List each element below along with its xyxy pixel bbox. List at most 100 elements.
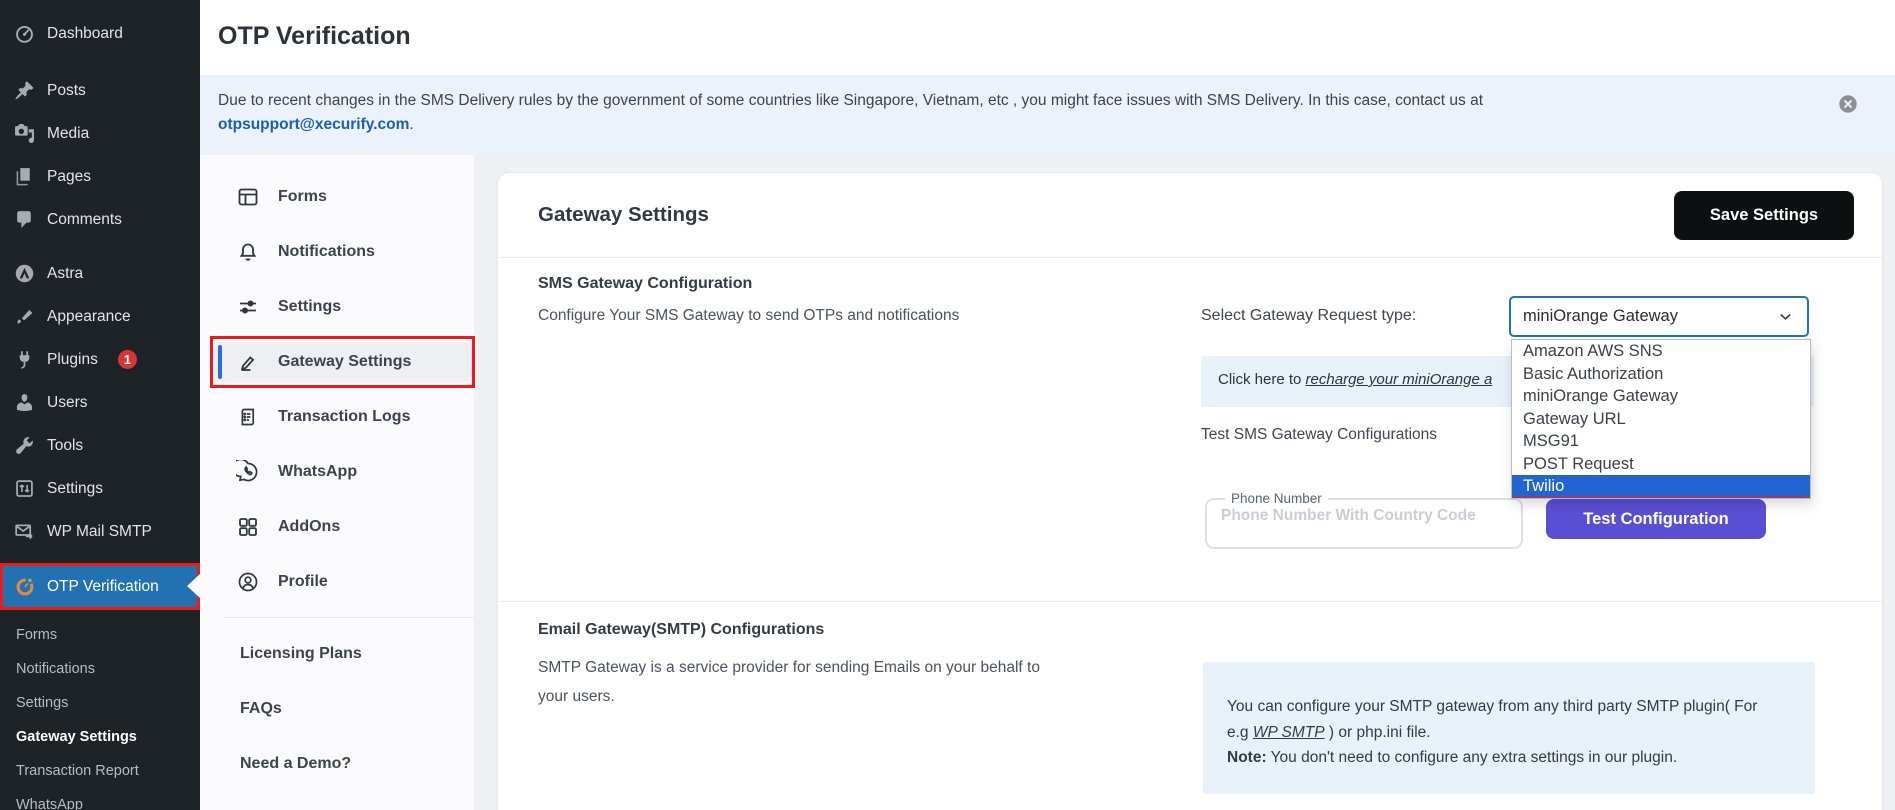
- sidebar-item-label: Appearance: [47, 307, 131, 325]
- sidebar-item-otp-verification[interactable]: OTP Verification: [0, 563, 200, 610]
- plugin-sidebar: Forms Notifications Settings Gateway Set…: [200, 155, 475, 810]
- dropdown-option-basic-authorization[interactable]: Basic Authorization: [1512, 363, 1810, 386]
- faqs-link[interactable]: FAQs: [200, 689, 474, 729]
- forms-icon: [236, 185, 260, 209]
- sidebar-item-settings[interactable]: Settings: [0, 467, 200, 510]
- plugin-nav-label: Settings: [278, 298, 342, 315]
- brush-icon: [14, 306, 35, 327]
- sidebar-item-label: Comments: [47, 210, 122, 228]
- submenu-item-transaction-report[interactable]: Transaction Report: [0, 754, 200, 788]
- need-a-demo-link[interactable]: Need a Demo?: [200, 744, 474, 784]
- plugin-nav-settings[interactable]: Settings: [200, 287, 474, 327]
- recharge-link[interactable]: recharge your miniOrange a: [1306, 371, 1493, 388]
- receipt-icon: [236, 405, 260, 429]
- gateway-request-type-label: Select Gateway Request type:: [1201, 307, 1417, 324]
- sidebar-divider: [224, 617, 474, 618]
- submenu-item-forms[interactable]: Forms: [0, 618, 200, 652]
- test-sms-heading: Test SMS Gateway Configurations: [1201, 426, 1438, 443]
- submenu-item-gateway-settings[interactable]: Gateway Settings: [0, 720, 200, 754]
- sidebar-item-media[interactable]: Media: [0, 112, 200, 155]
- sidebar-item-comments[interactable]: Comments: [0, 198, 200, 241]
- save-settings-button[interactable]: Save Settings: [1674, 191, 1854, 240]
- selected-gateway-value: miniOrange Gateway: [1523, 307, 1678, 325]
- addons-grid-icon: [236, 515, 260, 539]
- divider: [498, 257, 1882, 258]
- sidebar-item-label: Astra: [47, 264, 84, 282]
- profile-icon: [236, 570, 260, 594]
- dropdown-option-gateway-url[interactable]: Gateway URL: [1512, 408, 1810, 431]
- close-icon[interactable]: [1837, 93, 1859, 115]
- sms-delivery-notice: Due to recent changes in the SMS Deliver…: [200, 75, 1895, 155]
- envelope-icon: [14, 521, 35, 542]
- sidebar-item-label: WP Mail SMTP: [47, 522, 152, 540]
- smtp-note: Note: You don't need to configure any ex…: [1227, 745, 1772, 771]
- media-icon: [14, 123, 35, 144]
- sidebar-item-users[interactable]: Users: [0, 381, 200, 424]
- dropdown-option-amazon-aws-sns[interactable]: Amazon AWS SNS: [1512, 340, 1810, 363]
- plugin-nav-forms[interactable]: Forms: [200, 177, 474, 217]
- phone-number-input[interactable]: [1217, 506, 1511, 531]
- dropdown-option-twilio[interactable]: Twilio: [1512, 475, 1810, 498]
- submenu-item-notifications[interactable]: Notifications: [0, 652, 200, 686]
- plugin-nav-notifications[interactable]: Notifications: [200, 232, 474, 272]
- sidebar-item-label: Media: [47, 124, 90, 142]
- submenu-item-whatsapp[interactable]: WhatsApp: [0, 788, 200, 810]
- support-email-link[interactable]: otpsupport@xecurify.com: [218, 116, 409, 133]
- divider: [498, 601, 1882, 602]
- sidebar-item-appearance[interactable]: Appearance: [0, 295, 200, 338]
- astra-icon: [14, 263, 35, 284]
- smtp-info-suffix: ) or php.ini file.: [1324, 723, 1431, 741]
- plugin-nav-label: AddOns: [278, 518, 341, 535]
- notice-text: Due to recent changes in the SMS Deliver…: [218, 92, 1483, 109]
- whatsapp-icon: [236, 460, 260, 484]
- plugin-nav-label: WhatsApp: [278, 463, 358, 480]
- submenu-item-settings[interactable]: Settings: [0, 686, 200, 720]
- plugin-nav-addons[interactable]: AddOns: [200, 507, 474, 547]
- test-configuration-button[interactable]: Test Configuration: [1546, 499, 1766, 539]
- sidebar-item-label: Posts: [47, 81, 86, 99]
- otp-verification-gateway-settings-page: Dashboard Posts Media Pages Comments Ast…: [0, 0, 1895, 810]
- sidebar-item-astra[interactable]: Astra: [0, 252, 200, 295]
- page-title: OTP Verification: [218, 22, 411, 50]
- wp-smtp-link[interactable]: WP SMTP: [1253, 724, 1325, 741]
- gateway-type-dropdown-list: Amazon AWS SNS Basic Authorization miniO…: [1511, 339, 1811, 499]
- sliders-icon: [236, 295, 260, 319]
- plugin-nav-profile[interactable]: Profile: [200, 562, 474, 602]
- sidebar-item-label: Plugins: [47, 350, 98, 368]
- sidebar-item-dashboard[interactable]: Dashboard: [0, 12, 200, 55]
- dashboard-icon: [14, 23, 35, 44]
- plugin-nav-gateway-settings[interactable]: Gateway Settings: [200, 336, 475, 388]
- dropdown-option-msg91[interactable]: MSG91: [1512, 430, 1810, 453]
- dropdown-option-miniorange-gateway[interactable]: miniOrange Gateway: [1512, 385, 1810, 408]
- sms-section-title: SMS Gateway Configuration: [538, 275, 753, 292]
- dropdown-option-post-request[interactable]: POST Request: [1512, 453, 1810, 476]
- plugin-nav-label: Gateway Settings: [278, 353, 412, 370]
- email-section-title: Email Gateway(SMTP) Configurations: [538, 621, 825, 638]
- note-label: Note:: [1227, 749, 1267, 766]
- plugin-nav-transaction-logs[interactable]: Transaction Logs: [200, 397, 474, 437]
- plugin-nav-label: Notifications: [278, 243, 375, 260]
- page-header: OTP Verification: [200, 0, 1895, 75]
- plugin-nav-label: Transaction Logs: [278, 408, 411, 425]
- wp-admin-sidebar: Dashboard Posts Media Pages Comments Ast…: [0, 0, 200, 810]
- phone-number-field: Phone Number: [1205, 491, 1523, 549]
- sidebar-item-tools[interactable]: Tools: [0, 424, 200, 467]
- gateway-settings-panel: Gateway Settings Save Settings SMS Gatew…: [497, 172, 1883, 810]
- sidebar-item-posts[interactable]: Posts: [0, 69, 200, 112]
- sidebar-item-plugins[interactable]: Plugins 1: [0, 338, 200, 381]
- wrench-icon: [14, 435, 35, 456]
- licensing-plans-link[interactable]: Licensing Plans: [200, 634, 474, 674]
- sidebar-item-wp-mail-smtp[interactable]: WP Mail SMTP: [0, 510, 200, 553]
- plugin-nav-whatsapp[interactable]: WhatsApp: [200, 452, 474, 492]
- sidebar-item-label: Settings: [47, 479, 104, 497]
- sidebar-item-pages[interactable]: Pages: [0, 155, 200, 198]
- user-icon: [14, 392, 35, 413]
- email-gateway-section: Email Gateway(SMTP) Configurations SMTP …: [538, 621, 1058, 711]
- otp-verification-icon: [14, 576, 36, 598]
- sidebar-item-label: Dashboard: [47, 24, 123, 42]
- active-indicator-bar: [218, 345, 222, 379]
- smtp-info-text: You can configure your SMTP gateway from…: [1227, 694, 1772, 745]
- gateway-request-type-select[interactable]: miniOrange Gateway: [1509, 296, 1809, 337]
- plugin-nav-label: Forms: [278, 188, 327, 205]
- sidebar-item-label: Tools: [47, 436, 84, 454]
